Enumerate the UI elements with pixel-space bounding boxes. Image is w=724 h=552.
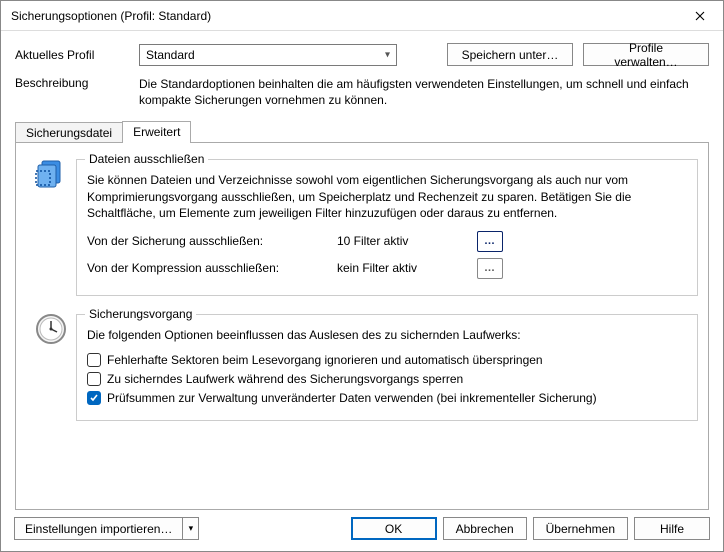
- tab-sicherungsdatei[interactable]: Sicherungsdatei: [15, 122, 123, 143]
- checkbox-lock-drive-label: Zu sicherndes Laufwerk während des Siche…: [107, 372, 463, 386]
- apply-button[interactable]: Übernehmen: [533, 517, 628, 540]
- backup-process-group: Sicherungsvorgang Die folgenden Optionen…: [76, 314, 698, 421]
- profile-select[interactable]: Standard ▾: [139, 44, 397, 66]
- files-icon: [26, 153, 76, 296]
- checkbox-ignore-bad-sectors[interactable]: [87, 353, 101, 367]
- cancel-button[interactable]: Abbrechen: [443, 517, 527, 540]
- clock-icon: [26, 308, 76, 421]
- window-title: Sicherungsoptionen (Profil: Standard): [11, 9, 677, 23]
- backup-process-intro: Die folgenden Optionen beeinflussen das …: [87, 327, 687, 343]
- import-settings-button[interactable]: Einstellungen importieren…: [14, 517, 183, 540]
- exclude-compression-label: Von der Kompression ausschließen:: [87, 261, 337, 275]
- profile-select-value: Standard: [146, 48, 195, 62]
- manage-profiles-button[interactable]: Profile verwalten…: [583, 43, 709, 66]
- current-profile-label: Aktuelles Profil: [15, 48, 129, 62]
- help-button[interactable]: Hilfe: [634, 517, 710, 540]
- exclude-backup-status: 10 Filter aktiv: [337, 234, 477, 248]
- tab-panel-erweitert: Dateien ausschließen Sie können Dateien …: [15, 142, 709, 510]
- chevron-down-icon: ▾: [385, 49, 390, 60]
- exclude-files-legend: Dateien ausschließen: [85, 152, 208, 166]
- tab-erweitert[interactable]: Erweitert: [122, 121, 191, 143]
- save-as-button[interactable]: Speichern unter…: [447, 43, 573, 66]
- description-label: Beschreibung: [15, 76, 129, 108]
- import-settings-splitbutton[interactable]: Einstellungen importieren… ▾: [14, 517, 199, 540]
- exclude-compression-status: kein Filter aktiv: [337, 261, 477, 275]
- checkbox-ignore-bad-sectors-label: Fehlerhafte Sektoren beim Lesevorgang ig…: [107, 353, 543, 367]
- checkbox-checksums[interactable]: [87, 391, 101, 405]
- ok-button[interactable]: OK: [351, 517, 437, 540]
- exclude-backup-edit-button[interactable]: …: [477, 231, 503, 252]
- backup-process-legend: Sicherungsvorgang: [85, 307, 196, 321]
- close-button[interactable]: [677, 1, 723, 31]
- title-bar: Sicherungsoptionen (Profil: Standard): [1, 1, 723, 31]
- exclude-files-intro: Sie können Dateien und Verzeichnisse sow…: [87, 172, 687, 221]
- exclude-compression-edit-button[interactable]: …: [477, 258, 503, 279]
- description-text: Die Standardoptionen beinhalten die am h…: [139, 76, 709, 108]
- checkbox-lock-drive[interactable]: [87, 372, 101, 386]
- import-settings-dropdown[interactable]: ▾: [183, 517, 199, 540]
- exclude-backup-label: Von der Sicherung ausschließen:: [87, 234, 337, 248]
- exclude-files-group: Dateien ausschließen Sie können Dateien …: [76, 159, 698, 296]
- checkbox-checksums-label: Prüfsummen zur Verwaltung unveränderter …: [107, 391, 597, 405]
